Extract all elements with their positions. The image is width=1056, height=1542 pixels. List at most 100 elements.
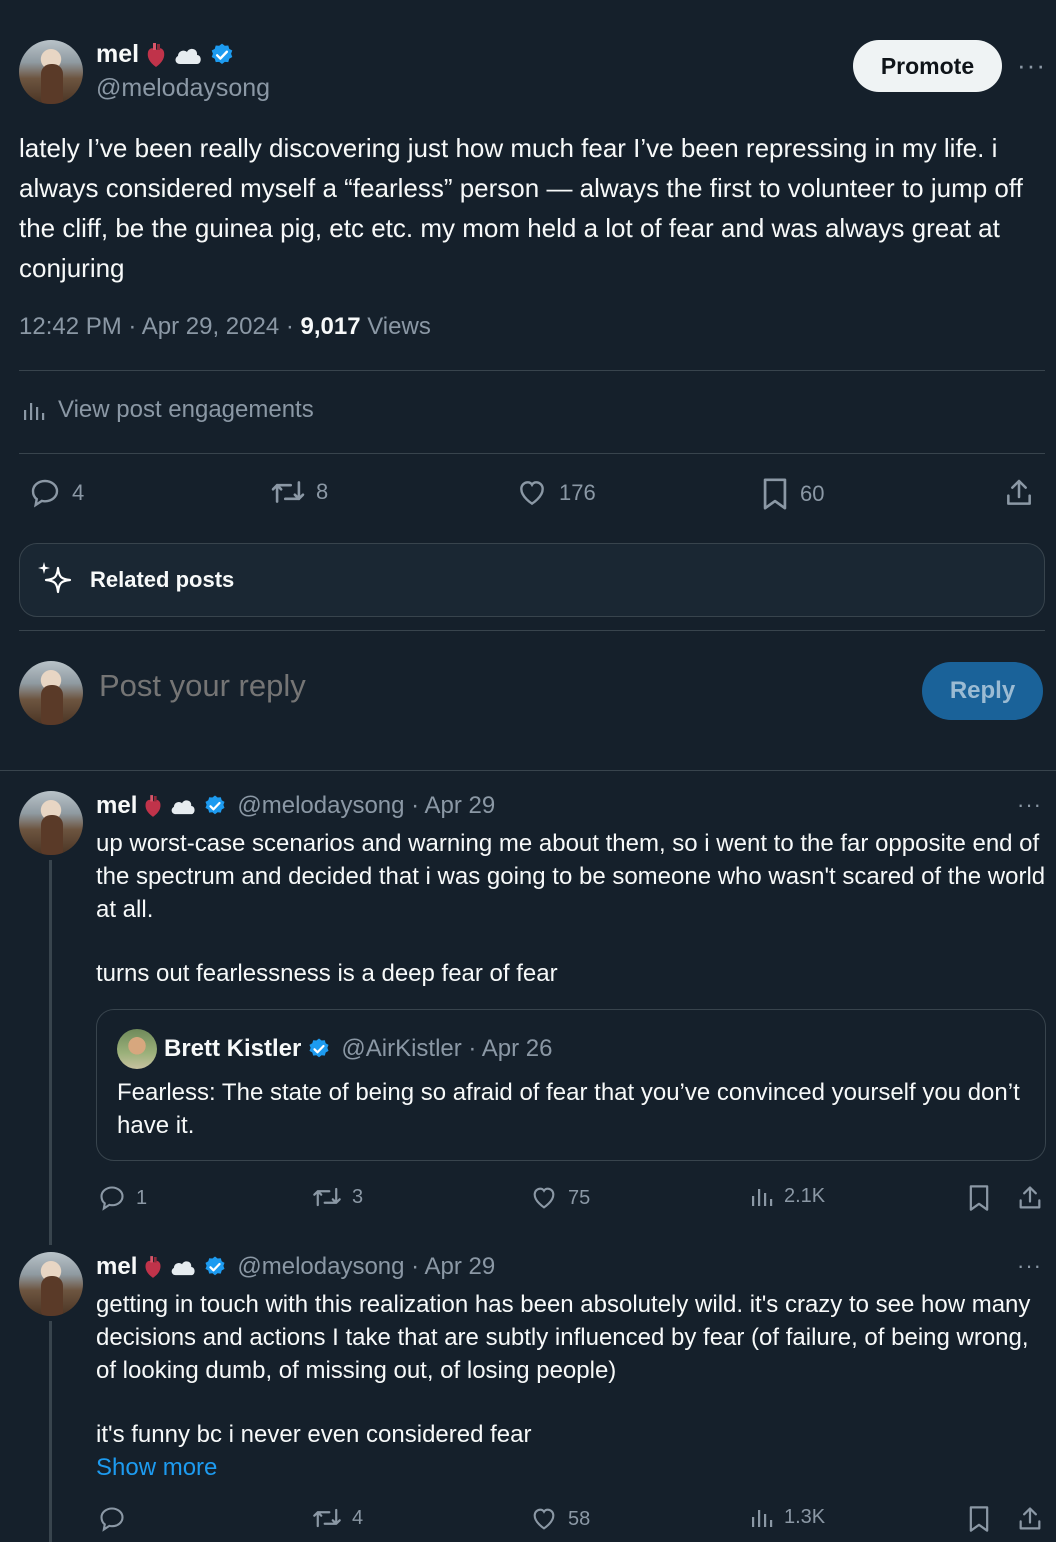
verified-badge-icon: [307, 1037, 331, 1061]
reply-icon: [98, 1505, 126, 1533]
thread-line: [49, 860, 52, 1245]
views-label: Views: [360, 313, 431, 340]
related-posts-button[interactable]: Related posts: [19, 543, 1045, 617]
reply-action[interactable]: 4: [28, 477, 84, 509]
divider: [19, 370, 1045, 371]
repost-count: 8: [316, 479, 329, 504]
heart-icon: [530, 1184, 558, 1212]
reply-text: turns out fearlessness is a deep fear of…: [96, 960, 558, 987]
bookmark-action[interactable]: 60: [760, 477, 824, 511]
reply-input[interactable]: [99, 668, 879, 704]
repost-count: 3: [352, 1185, 364, 1208]
more-options-icon[interactable]: ···: [1017, 50, 1046, 81]
views-count: 1.3K: [784, 1505, 826, 1528]
anatomical-heart-icon: [143, 1255, 163, 1279]
reply-icon: [98, 1184, 126, 1212]
like-action[interactable]: 58: [530, 1505, 590, 1533]
bookmark-button[interactable]: [966, 1184, 992, 1212]
reply-action[interactable]: [98, 1505, 136, 1533]
bookmark-icon: [966, 1505, 992, 1533]
reply-text: getting in touch with this realization h…: [96, 1291, 1031, 1384]
reply-author-name[interactable]: mel: [96, 1253, 137, 1281]
avatar[interactable]: [19, 40, 83, 104]
divider: [0, 770, 1056, 771]
share-button[interactable]: [1003, 477, 1035, 509]
like-action[interactable]: 176: [515, 477, 596, 509]
author-name[interactable]: mel: [96, 40, 139, 69]
verified-badge-icon: [203, 794, 227, 818]
quoted-text: Fearless: The state of being so afraid o…: [117, 1079, 1020, 1139]
cloud-icon: [169, 1257, 197, 1277]
heart-icon: [530, 1505, 558, 1533]
repost-action[interactable]: 4: [312, 1505, 363, 1531]
verified-badge-icon: [209, 42, 235, 68]
reply-action[interactable]: 1: [98, 1184, 147, 1212]
bookmark-button[interactable]: [966, 1505, 992, 1533]
heart-icon: [515, 477, 549, 509]
analytics-icon: [22, 398, 46, 422]
like-action[interactable]: 75: [530, 1184, 590, 1212]
repost-icon: [312, 1184, 342, 1210]
post-text: lately I’ve been really discovering just…: [19, 133, 1023, 283]
divider: [19, 453, 1045, 454]
reply-icon: [28, 477, 62, 509]
reply-text: it's funny bc i never even considered fe…: [96, 1421, 532, 1448]
share-icon: [1003, 477, 1035, 509]
quoted-meta: @AirKistler · Apr 26: [341, 1035, 553, 1062]
thread-line: [49, 1321, 52, 1542]
author-handle[interactable]: @melodaysong: [96, 74, 270, 103]
reply-count: 1: [136, 1186, 148, 1209]
reply-author-name[interactable]: mel: [96, 792, 137, 820]
like-count: 75: [568, 1186, 591, 1209]
share-icon: [1016, 1505, 1044, 1533]
show-more-link[interactable]: Show more: [96, 1451, 296, 1484]
analytics-icon: [750, 1505, 774, 1529]
analytics-icon: [750, 1184, 774, 1208]
sparkle-icon: [36, 560, 76, 600]
reply-count: 4: [72, 480, 85, 505]
anatomical-heart-icon: [145, 42, 167, 68]
share-button[interactable]: [1016, 1184, 1044, 1212]
post-meta: 12:42 PM · Apr 29, 2024 · 9,017 Views: [19, 313, 431, 341]
divider: [19, 630, 1045, 631]
verified-badge-icon: [203, 1255, 227, 1279]
quoted-avatar: [117, 1029, 157, 1069]
views-count: 9,017: [300, 313, 361, 340]
repost-icon: [312, 1505, 342, 1531]
repost-action[interactable]: 8: [270, 477, 328, 507]
quoted-header: Brett Kistler @AirKistler · Apr 26: [164, 1035, 552, 1063]
my-avatar[interactable]: [19, 661, 83, 725]
repost-action[interactable]: 3: [312, 1184, 363, 1210]
cloud-icon: [169, 796, 197, 816]
like-count: 176: [559, 480, 596, 505]
more-options-icon[interactable]: ···: [1017, 792, 1042, 818]
reply-header: mel @melodaysong · Apr 29: [96, 792, 495, 820]
views-action[interactable]: 2.1K: [750, 1184, 825, 1208]
author-row: mel: [96, 40, 235, 69]
reply-button[interactable]: Reply: [922, 662, 1043, 720]
related-posts-label: Related posts: [90, 567, 235, 592]
promote-button[interactable]: Promote: [853, 40, 1002, 92]
repost-icon: [270, 477, 306, 507]
views-action[interactable]: 1.3K: [750, 1505, 825, 1529]
avatar[interactable]: [19, 1252, 83, 1316]
view-engagements-link[interactable]: View post engagements: [22, 396, 314, 424]
reply-text: up worst-case scenarios and warning me a…: [96, 830, 1046, 923]
engagements-label: View post engagements: [58, 396, 314, 423]
reply-meta[interactable]: @melodaysong · Apr 29: [237, 792, 495, 820]
post-timestamp[interactable]: 12:42 PM · Apr 29, 2024 ·: [19, 313, 301, 340]
like-count: 58: [568, 1507, 591, 1530]
cloud-icon: [173, 44, 203, 66]
bookmark-icon: [760, 477, 790, 511]
more-options-icon[interactable]: ···: [1017, 1253, 1042, 1279]
share-icon: [1016, 1184, 1044, 1212]
reply-meta[interactable]: @melodaysong · Apr 29: [237, 1253, 495, 1281]
quoted-post[interactable]: Brett Kistler @AirKistler · Apr 26 Fearl…: [96, 1009, 1046, 1161]
share-button[interactable]: [1016, 1505, 1044, 1533]
repost-count: 4: [352, 1506, 364, 1529]
bookmark-count: 60: [800, 481, 825, 506]
anatomical-heart-icon: [143, 794, 163, 818]
avatar[interactable]: [19, 791, 83, 855]
bookmark-icon: [966, 1184, 992, 1212]
views-count: 2.1K: [784, 1184, 826, 1207]
